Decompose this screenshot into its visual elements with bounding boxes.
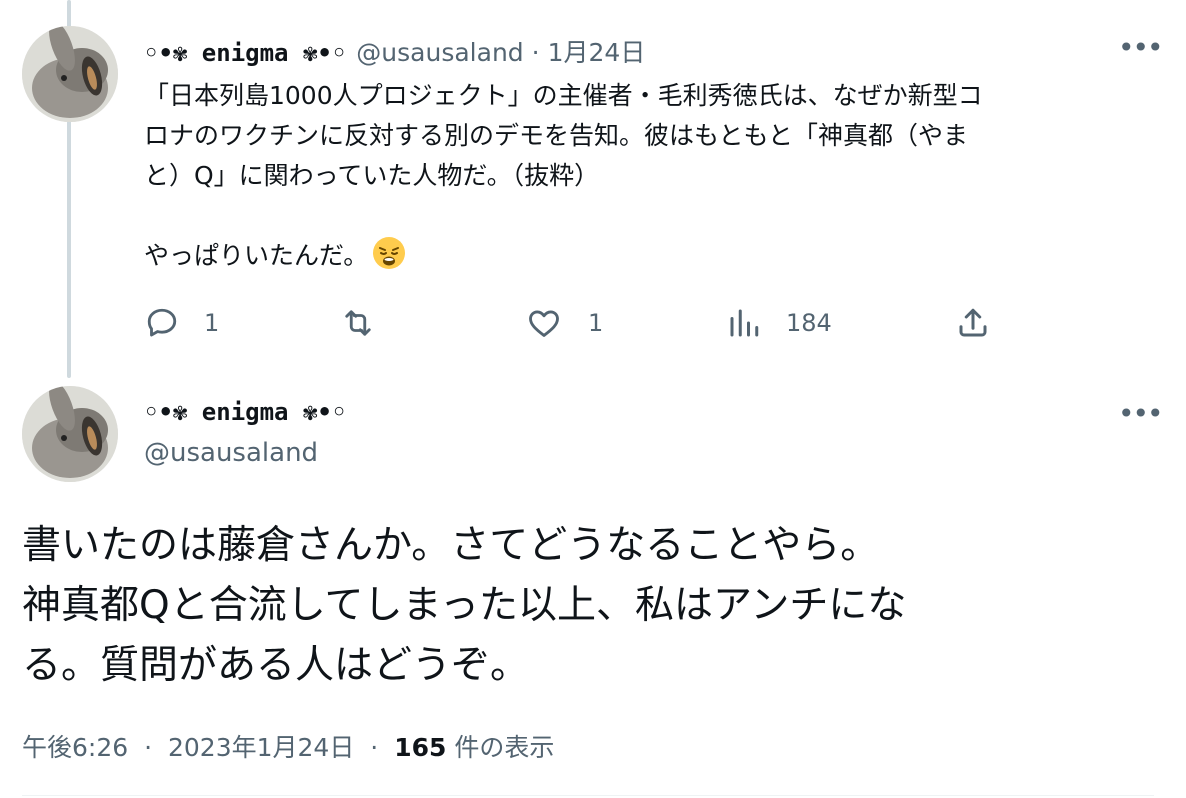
author-handle[interactable]: @usausaland (144, 438, 318, 468)
avatar-rabbit-image (22, 386, 118, 482)
retweet-button[interactable] (340, 303, 404, 343)
reply-count: 1 (204, 309, 220, 337)
weary-face-emoji-icon (372, 236, 406, 270)
avatar-rabbit-image (22, 26, 118, 122)
reply-icon (147, 308, 177, 337)
tweet-time[interactable]: 午後6:26 (22, 733, 128, 762)
like-count: 1 (588, 309, 604, 337)
author-display-name[interactable]: ◦•✾ enigma ✾•◦ (144, 39, 346, 67)
more-options-icon[interactable]: ••• (1118, 400, 1164, 428)
avatar[interactable] (22, 26, 118, 122)
tweet-header: ◦•✾ enigma ✾•◦ (144, 398, 346, 426)
view-count: 184 (786, 309, 832, 337)
views-button[interactable]: 184 (726, 303, 832, 343)
divider (22, 795, 1154, 796)
share-icon (959, 308, 987, 337)
tweet-date[interactable]: 1月24日 (548, 33, 646, 69)
views-number[interactable]: 165 (394, 733, 446, 762)
separator-dot: · (370, 733, 379, 762)
tweet-text: 書いたのは藤倉さんか。さてどうなることやら。 神真都Qと合流してしまった以上、私… (22, 523, 907, 688)
separator-dot: · (531, 38, 540, 67)
avatar[interactable] (22, 386, 118, 482)
tweet-metadata: 午後6:26 · 2023年1月24日 · 165 件の表示 (22, 728, 554, 764)
more-options-icon[interactable]: ••• (1118, 34, 1164, 62)
reply-button[interactable]: 1 (144, 303, 219, 343)
views-chart-icon (730, 309, 759, 337)
retweet-icon (345, 310, 371, 336)
heart-icon (529, 310, 559, 337)
author-display-name[interactable]: ◦•✾ enigma ✾•◦ (144, 398, 346, 426)
like-button[interactable]: 1 (526, 303, 603, 343)
author-handle[interactable]: @usausaland (356, 38, 523, 67)
tweet-text: 「日本列島1000人プロジェクト」の主催者・毛利秀徳氏は、なぜか新型コ ロナのワ… (144, 81, 983, 270)
tweet-header: ◦•✾ enigma ✾•◦ @usausaland · 1月24日 (144, 33, 645, 69)
share-button[interactable] (955, 303, 991, 343)
tweet-body: 「日本列島1000人プロジェクト」の主催者・毛利秀徳氏は、なぜか新型コ ロナのワ… (144, 76, 1144, 276)
separator-dot: · (144, 733, 153, 762)
tweet-thread: ◦•✾ enigma ✾•◦ @usausaland · 1月24日 ••• 「… (0, 0, 1186, 798)
views-label: 件の表示 (454, 733, 555, 762)
tweet-date[interactable]: 2023年1月24日 (168, 733, 354, 762)
